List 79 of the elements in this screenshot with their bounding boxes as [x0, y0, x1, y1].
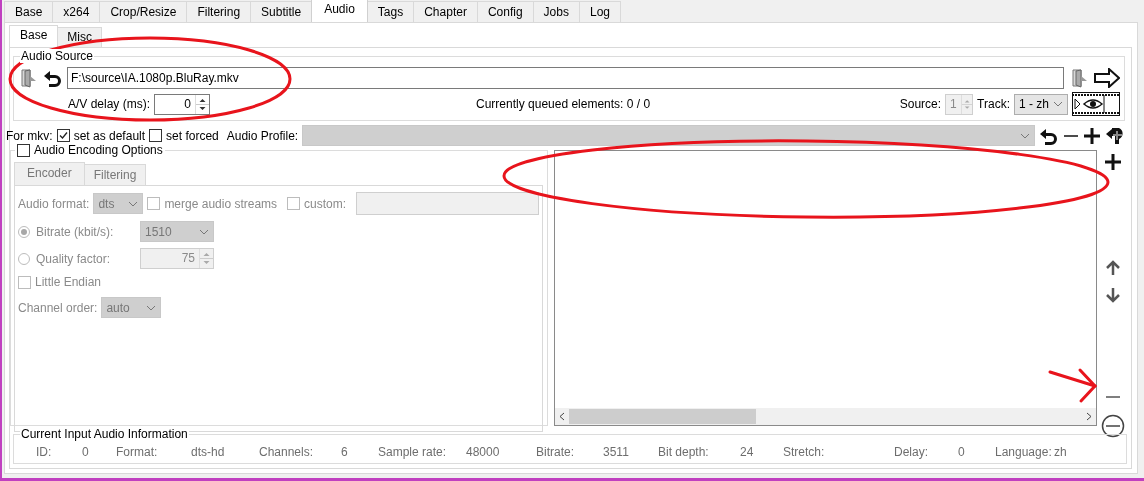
chevron-icon	[1020, 132, 1030, 139]
tab[interactable]: Crop/Resize	[99, 1, 188, 22]
scrollbar-thumb[interactable]	[569, 409, 756, 424]
tab[interactable]: Config	[476, 1, 534, 22]
plus-icon[interactable]	[1104, 153, 1122, 171]
track-dropdown[interactable]: 1 - zh	[1014, 93, 1068, 115]
tab[interactable]: Tags	[366, 1, 415, 22]
info-label: Sample rate:	[378, 445, 448, 459]
queue-status: Currently queued elements: 0 / 0	[476, 97, 651, 111]
file-path-field[interactable]: F:\source\IA.1080p.BluRay.mkv	[67, 67, 1064, 89]
field-label: A/V delay (ms):	[68, 97, 151, 111]
info-label: Language:	[995, 445, 1053, 459]
chevron-icon	[128, 200, 139, 207]
radio-button[interactable]	[18, 225, 30, 238]
horizontal-scrollbar[interactable]	[555, 408, 1096, 425]
curved-plus-icon[interactable]	[1105, 126, 1125, 145]
undo-icon[interactable]	[43, 69, 63, 87]
info-value: 24	[740, 445, 755, 459]
tab[interactable]: Chapter	[413, 1, 478, 22]
undo-icon[interactable]	[1039, 126, 1059, 145]
checkbox-label: set as default	[73, 128, 146, 143]
checkbox[interactable]	[56, 129, 70, 142]
tab[interactable]: Encoder	[14, 162, 85, 185]
info-label: Bit depth:	[658, 445, 710, 459]
info-label: Format:	[116, 445, 159, 459]
radio-label: Bitrate (kbit/s):	[36, 224, 115, 239]
chevron-icon	[146, 304, 157, 311]
checkbox[interactable]	[149, 129, 163, 142]
arrow-right-icon[interactable]	[1094, 68, 1120, 88]
tab[interactable]: Filtering	[186, 1, 252, 22]
arrow-down-icon[interactable]	[1106, 287, 1120, 303]
info-value: zh	[1054, 445, 1068, 459]
info-value: 48000	[466, 445, 501, 459]
field-label: Channel order:	[18, 300, 98, 315]
checkbox-label: custom:	[304, 196, 347, 211]
radio-button[interactable]	[18, 252, 30, 265]
tab[interactable]: Filtering	[83, 164, 147, 185]
tab[interactable]: Audio	[311, 0, 368, 22]
info-value: dts-hd	[191, 445, 226, 459]
field-label: For mkv:	[6, 128, 53, 143]
checkbox[interactable]	[17, 143, 30, 157]
info-value: 0	[958, 445, 966, 459]
info-label: Stretch:	[783, 445, 826, 459]
checkbox-label: Little Endian	[35, 275, 102, 289]
plus-icon[interactable]	[1083, 126, 1101, 145]
field-label: Source:	[899, 97, 942, 111]
delay-field[interactable]: 0	[154, 93, 211, 115]
chevron-icon	[1053, 101, 1063, 107]
circle-minus-icon[interactable]	[1101, 414, 1125, 438]
info-label: Delay:	[894, 445, 929, 459]
field-label: Audio Profile:	[226, 128, 299, 143]
info-label: Channels:	[259, 445, 315, 459]
scroll-left-icon[interactable]	[559, 412, 565, 421]
arrow-up-icon[interactable]	[1106, 260, 1120, 276]
info-value: 0	[82, 445, 90, 459]
field-label: Track:	[977, 97, 1010, 111]
info-value: 3511	[603, 445, 630, 459]
tab[interactable]: Base	[4, 1, 54, 22]
tab[interactable]: Base	[9, 25, 59, 47]
film-eye-icon[interactable]	[1072, 92, 1120, 116]
chevron-icon	[199, 228, 209, 235]
info-label: ID:	[36, 445, 53, 459]
checkbox-label: Audio Encoding Options	[34, 143, 163, 157]
checkbox-label: set forced	[166, 128, 219, 143]
scroll-right-icon[interactable]	[1086, 412, 1092, 421]
spin-arrows-icon[interactable]	[195, 94, 210, 114]
checkbox[interactable]	[287, 197, 301, 210]
field-label: Audio format:	[18, 196, 90, 211]
info-label: Bitrate:	[536, 445, 575, 459]
group-title: Audio Source	[20, 49, 95, 63]
checkbox-label: merge audio streams	[164, 196, 278, 211]
custom-field[interactable]	[356, 192, 539, 215]
radio-label: Quality factor:	[36, 251, 112, 266]
checkbox[interactable]	[18, 275, 31, 289]
tab[interactable]: Log	[578, 1, 621, 22]
track-list[interactable]	[554, 150, 1097, 426]
group-title: Current Input Audio Information	[20, 427, 189, 441]
info-value: 6	[341, 445, 349, 459]
checkbox[interactable]	[147, 197, 161, 210]
